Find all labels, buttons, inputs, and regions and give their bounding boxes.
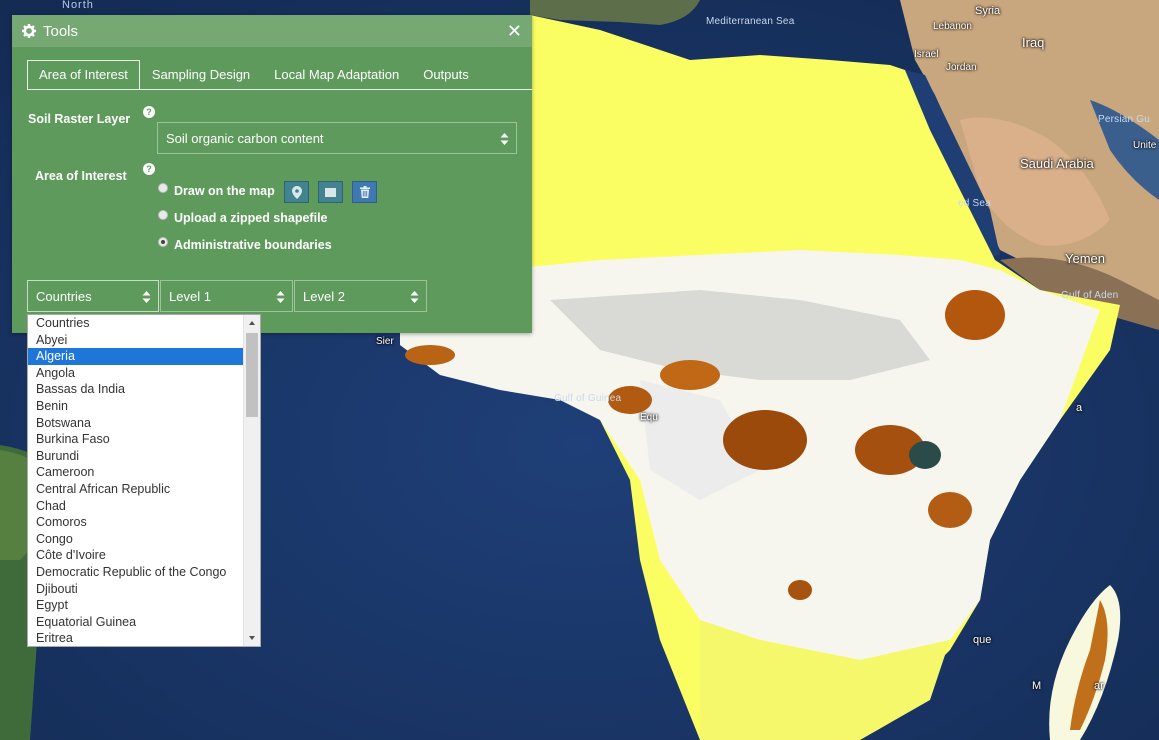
admin-radio[interactable]: [158, 237, 168, 247]
tools-panel: Tools ✕ Area of Interest Sampling Design…: [12, 15, 532, 333]
list-item[interactable]: Central African Republic: [28, 481, 260, 498]
sort-arrows-icon: [142, 291, 151, 303]
list-item[interactable]: Egypt: [28, 597, 260, 614]
scroll-down-icon[interactable]: [244, 631, 260, 645]
list-item[interactable]: Democratic Republic of the Congo: [28, 564, 260, 581]
aoi-help-icon[interactable]: ?: [143, 163, 155, 175]
tab-outputs[interactable]: Outputs: [411, 60, 481, 89]
draw-radio[interactable]: [158, 183, 168, 193]
countries-select[interactable]: Countries: [27, 280, 159, 312]
madagascar-right-label: ar: [1094, 680, 1104, 692]
saudi-arabia-label: Saudi Arabia: [1020, 156, 1094, 171]
level1-value: Level 1: [169, 288, 211, 304]
persian-gulf-label: Persian Gu: [1098, 114, 1151, 125]
soil-raster-label: Soil Raster Layer: [28, 112, 131, 126]
list-item[interactable]: Congo: [28, 531, 260, 548]
sort-arrows-icon: [500, 133, 509, 145]
draw-rectangle-button[interactable]: [318, 181, 343, 203]
soil-raster-value: Soil organic carbon content: [166, 130, 324, 146]
level1-select[interactable]: Level 1: [160, 280, 293, 312]
soil-raster-select[interactable]: Soil organic carbon content: [157, 122, 517, 154]
gear-icon: [22, 24, 36, 38]
draw-label: Draw on the map: [174, 184, 275, 198]
somalia-label: a: [1076, 402, 1083, 414]
list-item[interactable]: Côte d'Ivoire: [28, 547, 260, 564]
list-item[interactable]: Eritrea: [28, 630, 260, 646]
option-draw-on-map[interactable]: Draw on the map: [158, 183, 275, 198]
scroll-up-icon[interactable]: [244, 316, 260, 330]
tab-area-of-interest[interactable]: Area of Interest: [27, 60, 140, 89]
list-item[interactable]: Benin: [28, 398, 260, 415]
list-item[interactable]: Djibouti: [28, 581, 260, 598]
list-item[interactable]: Burkina Faso: [28, 431, 260, 448]
sierra-label: Sier: [376, 336, 394, 347]
list-scrollbar[interactable]: [243, 315, 260, 646]
countries-value: Countries: [36, 288, 92, 304]
list-item[interactable]: Botswana: [28, 415, 260, 432]
delete-drawing-button[interactable]: [352, 181, 377, 203]
list-item[interactable]: Angola: [28, 365, 260, 382]
list-item[interactable]: Comoros: [28, 514, 260, 531]
option-upload-shapefile[interactable]: Upload a zipped shapefile: [158, 210, 328, 225]
gulf-of-guinea-label: Gulf of Guinea: [554, 393, 622, 404]
upload-radio[interactable]: [158, 210, 168, 220]
scrollbar-thumb[interactable]: [246, 333, 258, 417]
mozambique-label: que: [973, 634, 992, 646]
gulf-of-aden-label: Gulf of Aden: [1061, 290, 1119, 301]
list-item[interactable]: Equatorial Guinea: [28, 614, 260, 631]
syria-label: Syria: [975, 5, 1001, 17]
lebanon-label: Lebanon: [933, 21, 972, 32]
uae-label: Unite: [1133, 140, 1157, 151]
iraq-label: Iraq: [1022, 35, 1045, 50]
map-marker-icon: [291, 185, 302, 199]
option-admin-boundaries[interactable]: Administrative boundaries: [158, 237, 332, 252]
israel-label: Israel: [914, 49, 939, 60]
admin-label: Administrative boundaries: [174, 238, 332, 252]
north-label: North: [62, 0, 94, 11]
mediterranean-label: Mediterranean Sea: [706, 16, 795, 27]
list-item-selected[interactable]: Algeria: [28, 348, 243, 365]
red-sea-label: ed Sea: [958, 198, 991, 209]
jordan-label: Jordan: [946, 62, 977, 73]
level2-value: Level 2: [303, 288, 345, 304]
yemen-label: Yemen: [1065, 251, 1105, 266]
tab-sampling-design[interactable]: Sampling Design: [140, 60, 262, 89]
tools-header: Tools ✕: [12, 15, 532, 47]
tab-local-map-adaptation[interactable]: Local Map Adaptation: [262, 60, 411, 89]
country-dropdown-list[interactable]: Countries Abyei Algeria Angola Bassas da…: [27, 314, 261, 647]
madagascar-left-label: M: [1032, 680, 1042, 692]
level2-select[interactable]: Level 2: [294, 280, 427, 312]
list-item[interactable]: Cameroon: [28, 464, 260, 481]
equatorial-label: Equ: [640, 412, 658, 423]
tab-divider: [27, 89, 532, 90]
map-marker-button[interactable]: [284, 181, 309, 203]
list-item[interactable]: Burundi: [28, 448, 260, 465]
rectangle-icon: [325, 187, 336, 197]
list-item[interactable]: Chad: [28, 498, 260, 515]
list-item[interactable]: Bassas da India: [28, 381, 260, 398]
sort-arrows-icon: [410, 291, 419, 303]
close-icon[interactable]: ✕: [507, 22, 522, 40]
tab-bar: Area of Interest Sampling Design Local M…: [27, 60, 481, 89]
list-item[interactable]: Abyei: [28, 332, 260, 349]
tools-title: Tools: [43, 22, 79, 40]
trash-icon: [359, 186, 370, 198]
upload-label: Upload a zipped shapefile: [174, 211, 328, 225]
list-item[interactable]: Countries: [28, 315, 260, 332]
sort-arrows-icon: [276, 291, 285, 303]
aoi-label: Area of Interest: [35, 169, 127, 183]
soil-raster-help-icon[interactable]: ?: [143, 106, 155, 118]
